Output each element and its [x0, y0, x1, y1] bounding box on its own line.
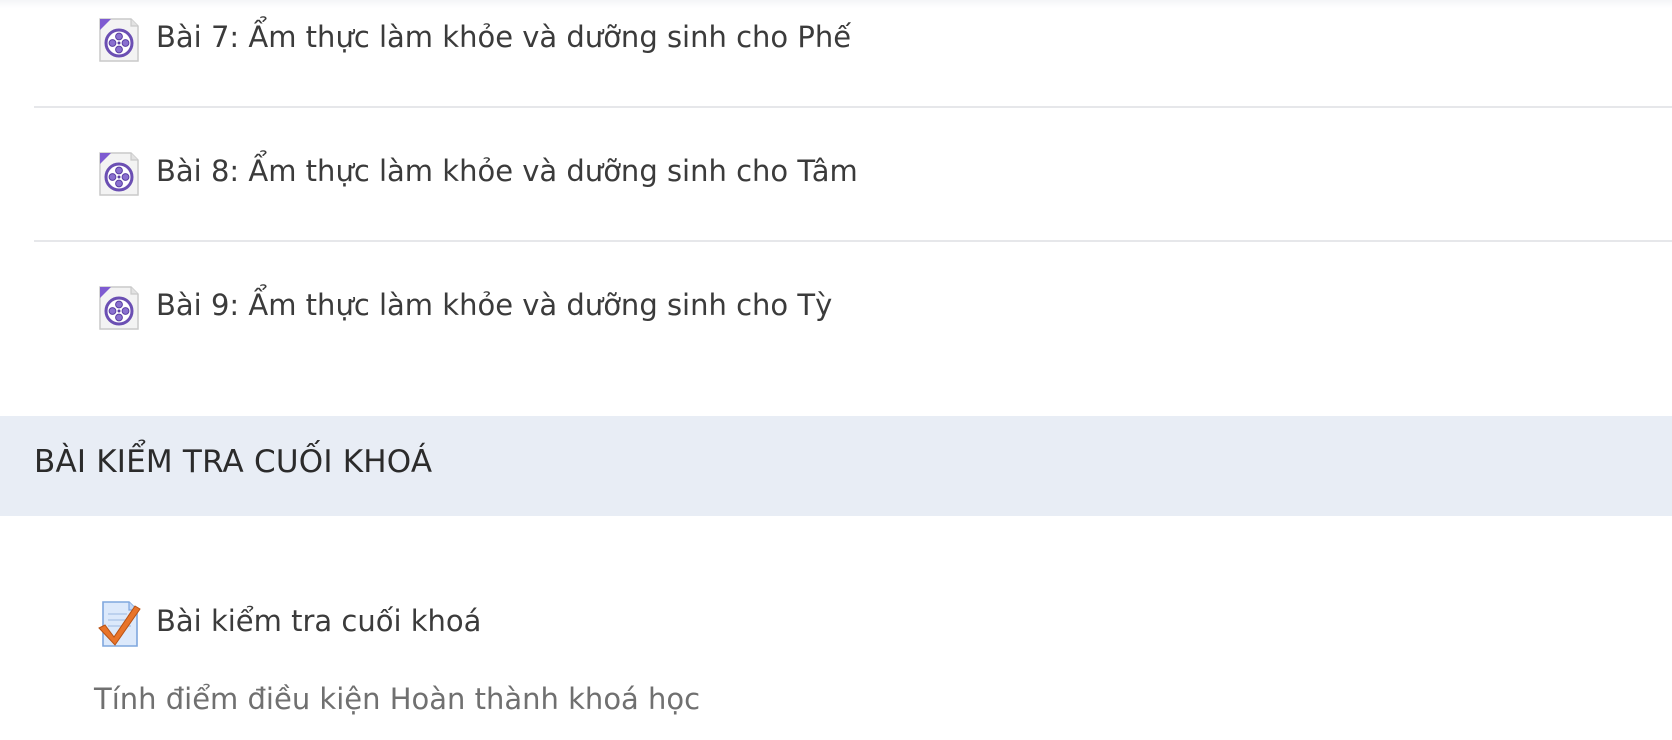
divider — [34, 240, 1672, 242]
activity-link-label[interactable]: Bài 9: Ẩm thực làm khỏe và dưỡng sinh ch… — [156, 288, 832, 322]
quiz-checkmark-icon — [97, 598, 141, 647]
activity-item-lesson-8[interactable]: Bài 8: Ẩm thực làm khỏe và dưỡng sinh ch… — [0, 148, 1672, 198]
quiz-link-label[interactable]: Bài kiểm tra cuối khoá — [156, 604, 481, 638]
top-edge-shade — [0, 0, 1672, 8]
divider — [34, 106, 1672, 108]
activity-link-label[interactable]: Bài 7: Ẩm thực làm khỏe và dưỡng sinh ch… — [156, 20, 851, 54]
section-header-final-test: BÀI KIỂM TRA CUỐI KHOÁ — [0, 416, 1672, 516]
quiz-description: Tính điểm điều kiện Hoàn thành khoá học — [94, 682, 701, 716]
activity-item-lesson-7[interactable]: Bài 7: Ẩm thực làm khỏe và dưỡng sinh ch… — [0, 14, 1672, 64]
activity-item-final-quiz[interactable]: Bài kiểm tra cuối khoá — [0, 596, 1672, 650]
activity-link-label[interactable]: Bài 8: Ẩm thực làm khỏe và dưỡng sinh ch… — [156, 154, 858, 188]
video-file-icon — [97, 284, 141, 332]
video-file-icon — [97, 16, 141, 64]
activity-item-lesson-9[interactable]: Bài 9: Ẩm thực làm khỏe và dưỡng sinh ch… — [0, 282, 1672, 332]
section-title: BÀI KIỂM TRA CUỐI KHOÁ — [34, 444, 433, 480]
video-file-icon — [97, 150, 141, 198]
